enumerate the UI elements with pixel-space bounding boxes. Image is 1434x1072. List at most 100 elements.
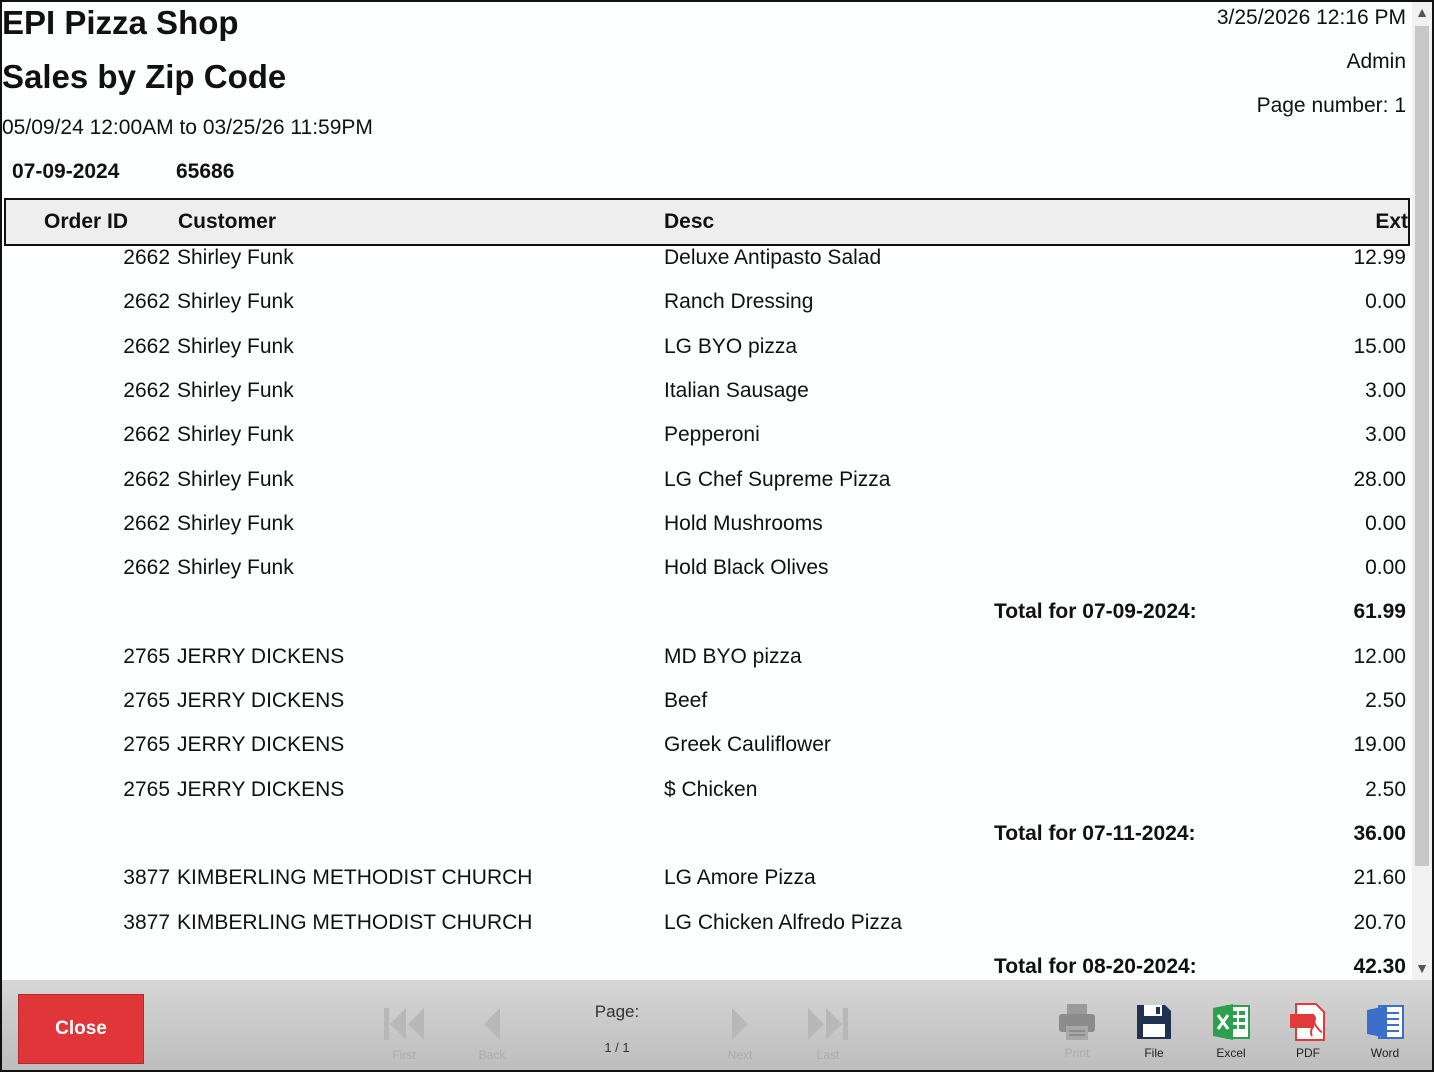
word-button[interactable]: Word (1354, 1002, 1416, 1064)
page-number: Page number: 1 (1256, 94, 1406, 117)
desc-cell: Ranch Dressing (664, 290, 814, 314)
first-page-icon (384, 1008, 424, 1040)
first-page-button[interactable]: First (374, 998, 434, 1064)
customer-cell: Shirley Funk (177, 378, 294, 402)
ext-cell: 3.00 (1365, 423, 1406, 447)
excel-icon (1213, 1004, 1250, 1040)
customer-cell: JERRY DICKENS (177, 733, 345, 757)
pdf-label: PDF (1296, 1046, 1320, 1060)
table-row: 2662 Shirley Funk LG Chef Supreme Pizza 28.… (2, 468, 1412, 508)
desc-cell: Hold Mushrooms (664, 511, 823, 535)
vertical-scrollbar[interactable]: ▲ ▼ (1412, 2, 1432, 980)
subtotal-value: 61.99 (1353, 600, 1406, 624)
file-button[interactable]: File (1123, 1002, 1185, 1064)
desc-cell: LG Amore Pizza (664, 866, 816, 890)
close-button[interactable]: Close (18, 994, 144, 1064)
order-id-cell: 2662 (123, 556, 170, 580)
column-header: Order ID Customer Desc Ext (4, 198, 1410, 246)
subtotal-row: Total for 07-11-2024: 36.00 (2, 822, 1412, 862)
last-page-button[interactable]: Last (798, 998, 858, 1064)
back-page-icon (484, 1008, 500, 1040)
table-row: 2765 JERRY DICKENS Beef 2.50 (2, 689, 1412, 729)
word-icon (1367, 1005, 1404, 1039)
desc-cell: Italian Sausage (664, 378, 809, 402)
customer-cell: JERRY DICKENS (177, 777, 345, 801)
ext-cell: 28.00 (1353, 467, 1406, 491)
report-page: EPI Pizza Shop Sales by Zip Code 05/09/2… (2, 2, 1412, 980)
customer-cell: Shirley Funk (177, 556, 294, 580)
word-label: Word (1370, 1046, 1400, 1060)
table-row: 2662 Shirley Funk Italian Sausage 3.00 (2, 379, 1412, 419)
table-row: 3877 KIMBERLING METHODIST CHURCH LG Chicke… (2, 911, 1412, 951)
ext-cell: 2.50 (1365, 689, 1406, 712)
back-page-label: Back (478, 1048, 506, 1062)
file-label: File (1144, 1046, 1164, 1060)
order-id-cell: 3877 (123, 866, 170, 890)
ext-cell: 15.00 (1353, 334, 1406, 358)
order-id-cell: 2662 (123, 290, 170, 314)
customer-cell: KIMBERLING METHODIST CHURCH (177, 866, 533, 890)
subtotal-value: 42.30 (1353, 954, 1406, 978)
excel-button[interactable]: Excel (1200, 1002, 1262, 1064)
order-id-cell: 2662 (123, 511, 170, 535)
subtotal-label: Total for 08-20-2024: (994, 954, 1197, 978)
scroll-down-icon[interactable]: ▼ (1412, 960, 1432, 976)
order-id-cell: 2662 (123, 423, 170, 447)
table-row: 2662 Shirley Funk Deluxe Antipasto Salad 12… (2, 246, 1412, 286)
save-file-icon (1137, 1005, 1171, 1039)
desc-cell: Pepperoni (664, 423, 760, 447)
subtotal-row: Total for 07-09-2024: 61.99 (2, 600, 1412, 640)
report-viewer-window: EPI Pizza Shop Sales by Zip Code 05/09/2… (0, 0, 1434, 1072)
last-page-label: Last (816, 1048, 840, 1062)
customer-cell: JERRY DICKENS (177, 644, 345, 668)
scroll-thumb[interactable] (1415, 26, 1429, 866)
table-row: 3877 KIMBERLING METHODIST CHURCH LG Amore … (2, 866, 1412, 906)
desc-cell: LG Chicken Alfredo Pizza (664, 910, 903, 934)
table-row: 2662 Shirley Funk Hold Mushrooms 0.00 (2, 512, 1412, 552)
print-button[interactable]: Print (1046, 1002, 1108, 1064)
pdf-button[interactable]: PDF (1277, 1002, 1339, 1064)
ext-cell: 0.00 (1365, 290, 1406, 314)
customer-cell: Shirley Funk (177, 246, 294, 269)
customer-cell: KIMBERLING METHODIST CHURCH (177, 910, 533, 934)
table-row: 2662 Shirley Funk Ranch Dressing 0.00 (2, 290, 1412, 330)
group-date: 07-09-2024 (12, 160, 120, 183)
customer-cell: Shirley Funk (177, 423, 294, 447)
back-page-button[interactable]: Back (462, 998, 522, 1064)
order-id-cell: 2662 (123, 467, 170, 491)
next-page-icon (732, 1008, 748, 1040)
order-id-cell: 2662 (123, 378, 170, 402)
subtotal-label: Total for 07-09-2024: (994, 600, 1197, 624)
print-datetime: 3/25/2026 12:16 PM (1216, 6, 1406, 29)
customer-cell: JERRY DICKENS (177, 689, 345, 712)
ext-cell: 20.70 (1353, 910, 1406, 934)
desc-cell: LG Chef Supreme Pizza (664, 467, 891, 491)
desc-cell: Greek Cauliflower (664, 733, 831, 757)
customer-cell: Shirley Funk (177, 334, 294, 358)
report-title: Sales by Zip Code (2, 58, 287, 95)
next-page-button[interactable]: Next (710, 998, 770, 1064)
order-id-cell: 2662 (123, 334, 170, 358)
subtotal-value: 36.00 (1353, 821, 1406, 845)
table-row: 2765 JERRY DICKENS Greek Cauliflower 19.00 (2, 733, 1412, 773)
order-id-cell: 2765 (123, 644, 170, 668)
page-value: 1 / 1 (604, 1040, 630, 1055)
desc-cell: LG BYO pizza (664, 334, 798, 358)
table-row: 2765 JERRY DICKENS $ Chicken 2.50 (2, 778, 1412, 818)
shop-name: EPI Pizza Shop (2, 4, 239, 41)
ext-cell: 3.00 (1365, 378, 1406, 402)
date-range: 05/09/24 12:00AM to 03/25/26 11:59PM (2, 116, 373, 139)
ext-cell: 0.00 (1365, 556, 1406, 580)
order-id-cell: 3877 (123, 910, 170, 934)
order-id-cell: 2662 (123, 246, 170, 269)
report-toolbar: Close First Back Page: 1 / 1 Next Last P… (2, 980, 1432, 1070)
table-row: 2662 Shirley Funk LG BYO pizza 15.00 (2, 335, 1412, 375)
first-page-label: First (392, 1048, 416, 1062)
ext-cell: 19.00 (1353, 733, 1406, 757)
scroll-up-icon[interactable]: ▲ (1412, 4, 1432, 20)
desc-cell: MD BYO pizza (664, 644, 802, 668)
desc-cell: Hold Black Olives (664, 556, 829, 580)
desc-cell: Deluxe Antipasto Salad (664, 246, 882, 269)
subtotal-row: Total for 08-20-2024: 42.30 (2, 955, 1412, 980)
ext-cell: 12.99 (1353, 246, 1406, 269)
